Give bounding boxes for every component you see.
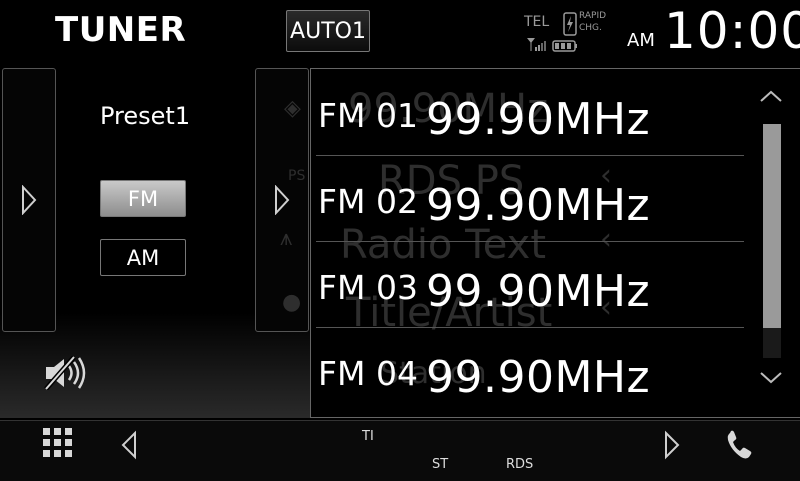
bg-person-icon: ● [282, 290, 302, 315]
preset-row-3[interactable]: FM 03 99.90MHz [316, 242, 744, 328]
preset-band-number: FM 02 [318, 182, 418, 221]
rapid-text: RAPID [579, 11, 607, 21]
bg-antenna-icon: ⩚ [280, 226, 293, 251]
ti-indicator: TI [362, 429, 374, 444]
preset-row-2[interactable]: FM 02 99.90MHz [316, 156, 744, 242]
preset-row-1[interactable]: FM 01 99.90MHz [316, 70, 744, 156]
chevron-right-icon [275, 185, 290, 215]
preset-frequency: 99.90MHz [426, 180, 651, 231]
preset-band-number: FM 01 [318, 96, 418, 135]
chg-text: CHG. [579, 23, 602, 33]
grid-menu-icon[interactable] [43, 428, 73, 458]
preset-band-number: FM 03 [318, 268, 418, 307]
preset-row-4[interactable]: FM 04 99.90MHz [316, 328, 744, 414]
band-am-button[interactable]: AM [100, 239, 186, 276]
scroll-down-icon[interactable] [758, 370, 784, 386]
clock-ampm: AM [627, 30, 655, 51]
preset-band-number: FM 04 [318, 354, 418, 393]
tel-status: TEL [524, 14, 550, 30]
chevron-left-icon[interactable] [119, 430, 139, 460]
screen-title: TUNER [55, 10, 187, 50]
chevron-right-icon[interactable] [662, 430, 682, 460]
chevron-right-icon [22, 185, 37, 215]
preset-frequency: 99.90MHz [426, 94, 651, 145]
rapid-charge-status: RAPID CHG. [579, 10, 606, 34]
charging-icon [563, 12, 577, 36]
preset-label: Preset1 [100, 102, 191, 130]
speaker-muted-icon[interactable] [44, 356, 88, 390]
bg-seek-icon: ◈ [284, 96, 301, 121]
bg-ps-icon: PS [288, 168, 306, 184]
left-panel-expand-button[interactable] [2, 68, 56, 332]
band-fm-button[interactable]: FM [100, 180, 186, 217]
scrollbar-thumb[interactable] [763, 124, 781, 328]
preset-frequency: 99.90MHz [426, 266, 651, 317]
preset-frequency: 99.90MHz [426, 352, 651, 403]
rds-indicator: RDS [506, 457, 534, 472]
clock-time: 10:00 [664, 2, 800, 60]
seek-mode-button[interactable]: AUTO1 [286, 10, 370, 52]
scroll-up-icon[interactable] [758, 88, 784, 104]
battery-icon [552, 40, 577, 52]
signal-icon [527, 38, 546, 51]
st-indicator: ST [432, 457, 449, 472]
phone-icon[interactable] [726, 430, 754, 460]
